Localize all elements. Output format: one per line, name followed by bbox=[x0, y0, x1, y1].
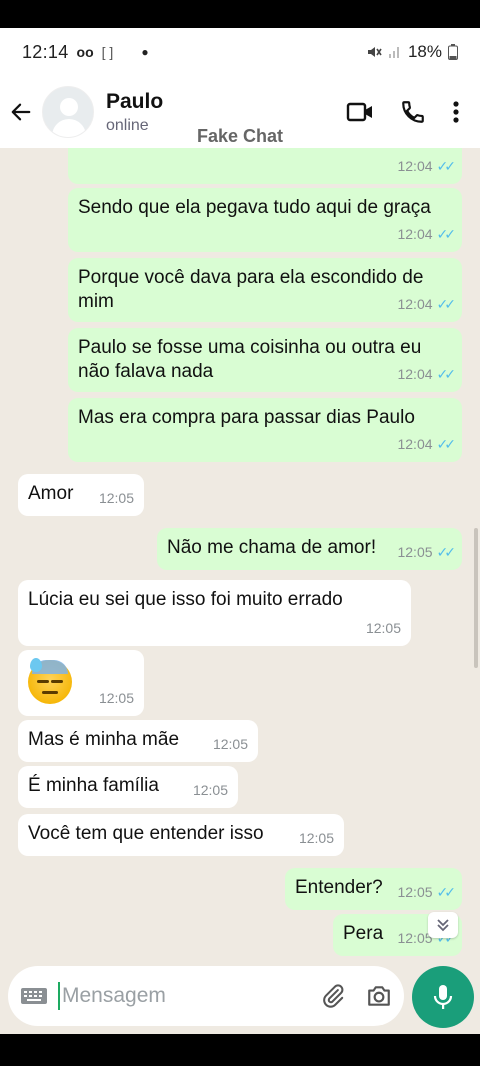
camera-icon[interactable] bbox=[366, 983, 392, 1009]
notification-dot-icon: ● bbox=[141, 45, 149, 59]
message-input-container[interactable] bbox=[8, 966, 404, 1026]
text-caret bbox=[58, 982, 60, 1010]
message-time: 12:05 bbox=[397, 544, 433, 560]
message-bubble-incoming[interactable]: É minha família 12:05 bbox=[18, 766, 238, 808]
message-text: Mas era compra para passar dias Paulo bbox=[78, 407, 415, 428]
scroll-to-bottom-button[interactable] bbox=[428, 912, 458, 938]
back-arrow-icon[interactable] bbox=[10, 101, 32, 123]
message-bubble-outgoing[interactable]: Sendo que ela pegava tudo aqui de graça … bbox=[68, 188, 462, 252]
message-time: 12:05 bbox=[365, 620, 401, 636]
message-bubble-outgoing[interactable]: Entender? 12:05 ✓✓ bbox=[285, 868, 462, 910]
message-text: Porque você dava para ela escondido de m… bbox=[78, 267, 424, 312]
voice-message-button[interactable] bbox=[412, 966, 474, 1028]
battery-icon bbox=[448, 44, 458, 60]
message-time: 12:04 bbox=[397, 158, 433, 174]
message-composer bbox=[0, 964, 480, 1034]
message-bubble-incoming[interactable]: Amor 12:05 bbox=[18, 474, 144, 516]
message-bubble-outgoing[interactable]: Não me chama de amor! 12:05 ✓✓ bbox=[157, 528, 462, 570]
read-ticks-icon: ✓✓ bbox=[436, 436, 457, 452]
message-bubble-outgoing[interactable]: Mas era compra para passar dias Paulo 12… bbox=[68, 398, 462, 462]
system-navigation-bar bbox=[0, 1034, 480, 1066]
microphone-icon bbox=[433, 985, 453, 1009]
screen-record-icon: [ ] bbox=[101, 44, 114, 60]
voicemail-icon: oo bbox=[76, 44, 94, 60]
message-text: Você tem que entender isso bbox=[28, 823, 264, 844]
message-time: 12:05 bbox=[192, 782, 228, 798]
voice-call-icon[interactable] bbox=[400, 99, 426, 125]
avatar-head-shape bbox=[60, 98, 78, 116]
message-time: 12:04 bbox=[397, 366, 433, 382]
downcast-face-with-sweat-emoji bbox=[28, 658, 72, 704]
message-input[interactable] bbox=[62, 984, 292, 1008]
message-time: 12:04 bbox=[397, 296, 433, 312]
video-call-icon[interactable] bbox=[346, 101, 374, 123]
signal-icon bbox=[388, 47, 399, 58]
more-options-icon[interactable] bbox=[452, 100, 460, 124]
message-text: Paulo se fosse uma coisinha ou outra eu … bbox=[78, 337, 422, 382]
contact-name: Paulo bbox=[106, 89, 164, 113]
status-bar: 12:14 oo [ ] ● 18% bbox=[0, 28, 480, 76]
message-time: 12:05 bbox=[397, 884, 433, 900]
message-bubble-outgoing[interactable]: 12:04 ✓✓ bbox=[68, 148, 462, 184]
message-time: 12:05 bbox=[298, 830, 334, 846]
mute-icon bbox=[367, 47, 382, 57]
message-time: 12:04 bbox=[397, 226, 433, 242]
message-bubble-incoming[interactable]: 12:05 bbox=[18, 650, 144, 716]
message-time: 12:05 bbox=[98, 490, 134, 506]
message-bubble-incoming[interactable]: Mas é minha mãe 12:05 bbox=[18, 720, 258, 762]
chat-area[interactable]: 12:04 ✓✓ Sendo que ela pegava tudo aqui d… bbox=[0, 148, 480, 964]
message-bubble-incoming[interactable]: Você tem que entender isso 12:05 bbox=[18, 814, 344, 856]
message-text: Lúcia eu sei que isso foi muito errado bbox=[28, 589, 343, 610]
double-chevron-down-icon bbox=[437, 919, 449, 932]
read-ticks-icon: ✓✓ bbox=[436, 296, 457, 312]
battery-percent: 18% bbox=[407, 42, 442, 61]
keyboard-icon[interactable] bbox=[20, 986, 48, 1006]
message-bubble-outgoing[interactable]: Paulo se fosse uma coisinha ou outra eu … bbox=[68, 328, 462, 392]
message-bubble-outgoing[interactable]: Porque você dava para ela escondido de m… bbox=[68, 258, 462, 322]
read-ticks-icon: ✓✓ bbox=[436, 544, 457, 560]
camera-notch-area bbox=[0, 0, 480, 28]
attach-icon[interactable] bbox=[320, 983, 346, 1009]
message-time: 12:05 bbox=[212, 736, 248, 752]
message-time: 12:05 bbox=[98, 690, 134, 706]
message-bubble-incoming[interactable]: Lúcia eu sei que isso foi muito errado 1… bbox=[18, 580, 411, 646]
read-ticks-icon: ✓✓ bbox=[436, 366, 457, 382]
message-time: 12:04 bbox=[397, 436, 433, 452]
scrollbar[interactable] bbox=[474, 528, 478, 668]
status-time: 12:14 bbox=[22, 41, 69, 62]
read-ticks-icon: ✓✓ bbox=[436, 884, 457, 900]
watermark-text: Fake Chat bbox=[196, 126, 284, 146]
read-ticks-icon: ✓✓ bbox=[436, 226, 457, 242]
read-ticks-icon: ✓✓ bbox=[436, 158, 457, 174]
message-text: Sendo que ela pegava tudo aqui de graça bbox=[78, 197, 431, 218]
